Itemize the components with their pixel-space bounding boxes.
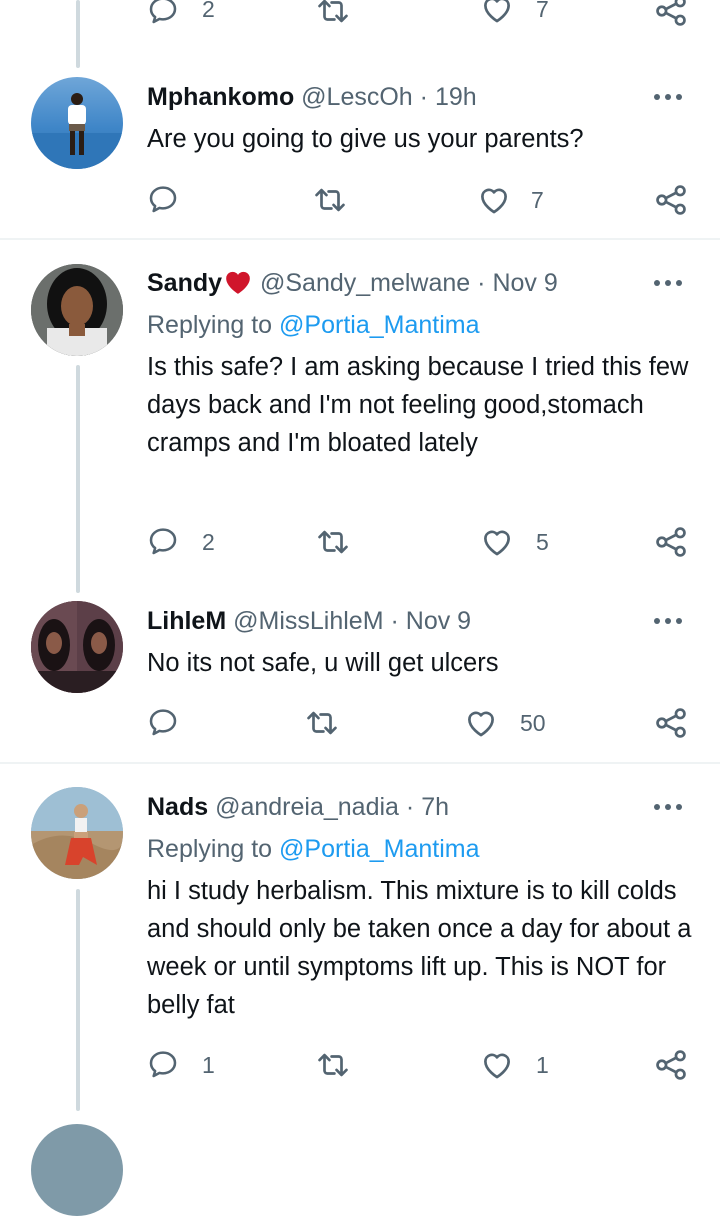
like-button[interactable]: 7 bbox=[477, 183, 557, 217]
reply-button[interactable] bbox=[147, 183, 207, 217]
like-count: 7 bbox=[531, 187, 544, 213]
display-name[interactable]: LihleM bbox=[147, 607, 226, 635]
reply-icon bbox=[147, 183, 179, 215]
share-icon bbox=[654, 525, 688, 559]
share-button[interactable] bbox=[654, 0, 688, 28]
more-options-button[interactable] bbox=[654, 278, 686, 288]
share-button[interactable] bbox=[654, 706, 688, 740]
reply-count: 2 bbox=[202, 0, 215, 22]
tweet-text: hi I study herbalism. This mixture is to… bbox=[147, 877, 692, 1019]
retweet-icon bbox=[313, 183, 347, 217]
user-handle[interactable]: @Sandy_melwane bbox=[260, 269, 470, 297]
share-icon bbox=[654, 183, 688, 217]
user-handle[interactable]: @LescOh bbox=[301, 83, 413, 111]
replying-prefix: Replying to bbox=[147, 311, 273, 339]
heart-icon bbox=[480, 0, 514, 26]
replying-to: Replying to @Portia_Mantima bbox=[147, 310, 479, 340]
thread-line bbox=[76, 365, 80, 593]
replying-to-link[interactable]: @Portia_Mantima bbox=[279, 311, 479, 339]
reply-icon bbox=[147, 1048, 179, 1080]
retweet-button[interactable] bbox=[305, 706, 345, 740]
avatar[interactable] bbox=[31, 77, 123, 169]
reply-count: 2 bbox=[202, 529, 215, 555]
replying-to: Replying to @Portia_Mantima bbox=[147, 834, 479, 864]
retweet-button[interactable] bbox=[316, 1048, 356, 1082]
user-handle[interactable]: @MissLihleM bbox=[233, 607, 383, 635]
tweet-header: LihleM @MissLihleM · Nov 9 bbox=[147, 607, 472, 635]
more-options-button[interactable] bbox=[654, 92, 686, 102]
timestamp[interactable]: 19h bbox=[435, 83, 477, 111]
heart-icon bbox=[480, 525, 514, 559]
reply-icon bbox=[147, 0, 179, 26]
share-icon bbox=[654, 1048, 688, 1082]
avatar[interactable] bbox=[31, 264, 123, 356]
reply-icon bbox=[147, 525, 179, 557]
heart-icon bbox=[480, 1048, 514, 1082]
reply-count: 1 bbox=[202, 1052, 215, 1078]
display-name[interactable]: Mphankomo bbox=[147, 83, 294, 111]
divider bbox=[0, 762, 720, 764]
heart-icon bbox=[477, 183, 511, 217]
retweet-icon bbox=[305, 706, 339, 740]
thread-line bbox=[76, 0, 80, 68]
retweet-icon bbox=[316, 0, 350, 28]
avatar[interactable] bbox=[31, 601, 123, 693]
like-count: 1 bbox=[536, 1052, 549, 1078]
tweet-text: No its not safe, u will get ulcers bbox=[147, 649, 499, 677]
timestamp[interactable]: 7h bbox=[421, 793, 449, 821]
share-button[interactable] bbox=[654, 183, 688, 217]
like-button[interactable]: 50 bbox=[464, 706, 564, 740]
retweet-button[interactable] bbox=[316, 525, 356, 559]
like-count: 7 bbox=[536, 0, 549, 22]
replying-prefix: Replying to bbox=[147, 835, 273, 863]
avatar[interactable] bbox=[31, 1124, 123, 1216]
like-button[interactable]: 1 bbox=[480, 1048, 560, 1082]
retweet-button[interactable] bbox=[313, 183, 353, 217]
timestamp[interactable]: Nov 9 bbox=[492, 269, 557, 297]
retweet-icon bbox=[316, 1048, 350, 1082]
red-heart-icon bbox=[226, 271, 250, 294]
user-handle[interactable]: @andreia_nadia bbox=[215, 793, 399, 821]
share-button[interactable] bbox=[654, 1048, 688, 1082]
retweet-button[interactable] bbox=[316, 0, 356, 28]
share-button[interactable] bbox=[654, 525, 688, 559]
reply-icon bbox=[147, 706, 179, 738]
divider bbox=[0, 238, 720, 240]
tweet-header: Nads @andreia_nadia · 7h bbox=[147, 793, 449, 821]
share-icon bbox=[654, 706, 688, 740]
display-name[interactable]: Sandy bbox=[147, 269, 222, 297]
tweet-text: Is this safe? I am asking because I trie… bbox=[147, 353, 689, 457]
reply-button[interactable]: 1 bbox=[147, 1048, 227, 1082]
heart-icon bbox=[464, 706, 498, 740]
avatar[interactable] bbox=[31, 787, 123, 879]
tweet-header: Sandy @Sandy_melwane · Nov 9 bbox=[147, 269, 558, 297]
retweet-icon bbox=[316, 525, 350, 559]
thread-line bbox=[76, 889, 80, 1111]
reply-button[interactable] bbox=[147, 706, 207, 740]
display-name[interactable]: Nads bbox=[147, 793, 208, 821]
more-options-button[interactable] bbox=[654, 802, 686, 812]
tweet-text: Are you going to give us your parents? bbox=[147, 125, 584, 153]
reply-button[interactable]: 2 bbox=[147, 525, 227, 559]
share-icon bbox=[654, 0, 688, 28]
tweet-header: Mphankomo @LescOh · 19h bbox=[147, 83, 477, 111]
like-button[interactable]: 5 bbox=[480, 525, 560, 559]
more-options-button[interactable] bbox=[654, 616, 686, 626]
like-count: 50 bbox=[520, 710, 546, 736]
like-button[interactable]: 7 bbox=[480, 0, 560, 26]
like-count: 5 bbox=[536, 529, 549, 555]
timestamp[interactable]: Nov 9 bbox=[406, 607, 471, 635]
reply-button[interactable]: 2 bbox=[147, 0, 227, 28]
replying-to-link[interactable]: @Portia_Mantima bbox=[279, 835, 479, 863]
